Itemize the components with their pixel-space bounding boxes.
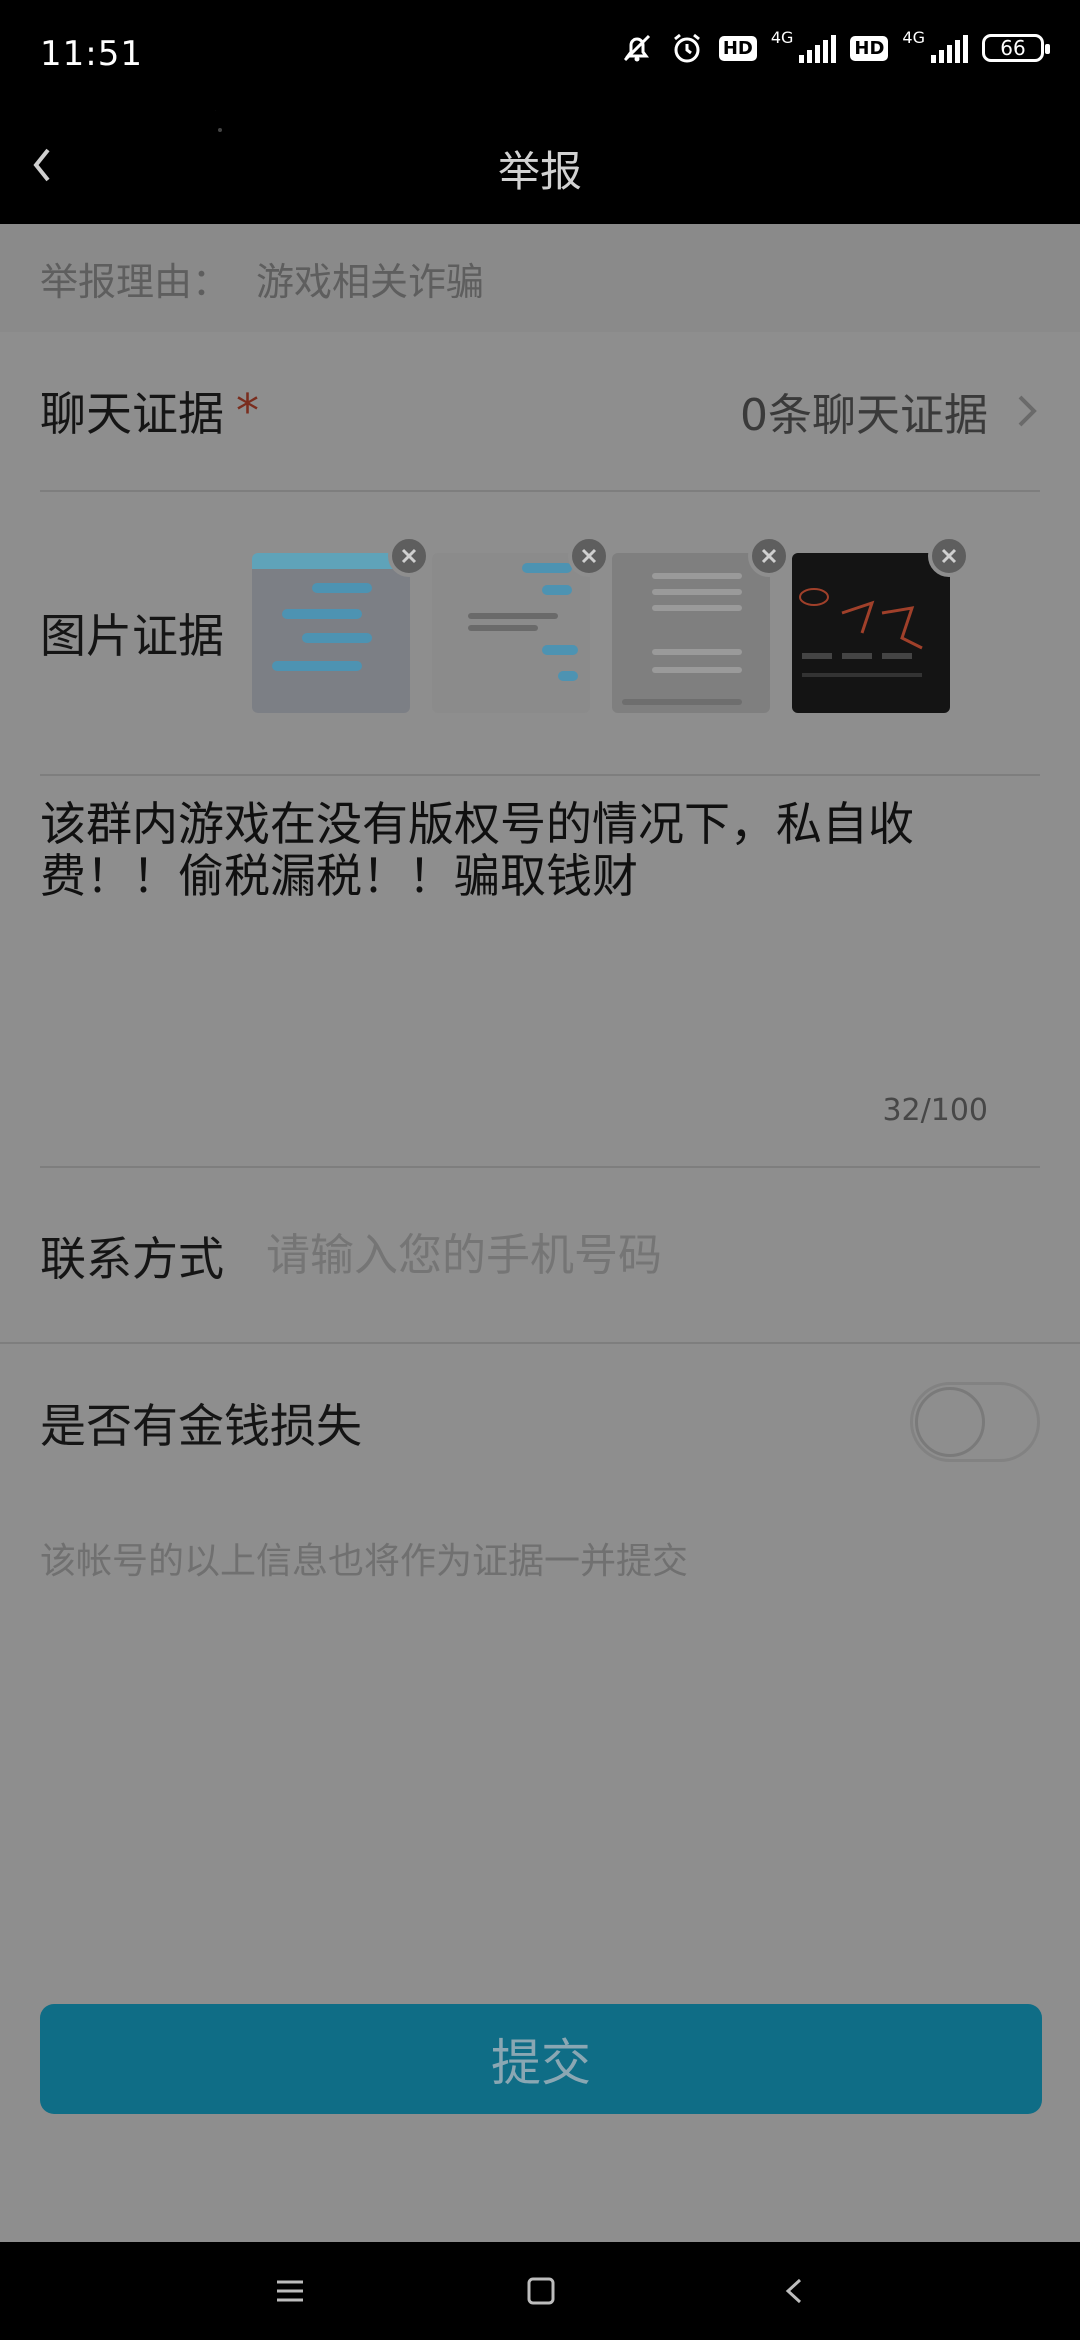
money-loss-row: 是否有金钱损失 (0, 1342, 1080, 1502)
evidence-image-2[interactable] (432, 535, 610, 713)
image-thumbnails (252, 535, 970, 713)
chat-evidence-row[interactable]: 聊天证据 * 0条聊天证据 (40, 332, 1040, 492)
evidence-image-4[interactable] (792, 535, 970, 713)
reason-value: 游戏相关诈骗 (256, 259, 485, 304)
screen: 11:51 HD 4G HD 4G 66 举报 举报理由： 游戏相关诈骗 聊天证… (0, 0, 1080, 2340)
remove-image-button[interactable] (388, 535, 430, 577)
navigation-bar (0, 2242, 1080, 2340)
chat-evidence-label: 聊天证据 (40, 387, 224, 441)
description-text[interactable]: 该群内游戏在没有版权号的情况下，私自收费！！偷税漏税！！骗取钱财 (40, 798, 980, 902)
status-time: 11:51 (40, 34, 143, 74)
mute-bell-icon (619, 30, 655, 66)
image-evidence-label: 图片证据 (40, 609, 224, 663)
nav-back-button[interactable] (770, 2266, 820, 2316)
signal-icon (799, 33, 837, 63)
hint-text: 该帐号的以上信息也将作为证据一并提交 (40, 1541, 689, 1582)
chevron-right-icon (1018, 395, 1037, 427)
image-evidence-row: 图片证据 (40, 492, 1040, 776)
status-icons: HD 4G HD 4G 66 (619, 28, 1050, 66)
close-icon (941, 548, 957, 564)
signal-icon-2 (931, 33, 968, 63)
evidence-image-3[interactable] (612, 535, 790, 713)
title-bar: 举报 (0, 110, 1080, 224)
reason-row: 举报理由： 游戏相关诈骗 (0, 224, 1080, 332)
home-square-icon (527, 2277, 555, 2305)
hint-area: 该帐号的以上信息也将作为证据一并提交 (0, 1502, 1080, 2242)
network-type: 4G (770, 28, 794, 47)
contact-label: 联系方式 (40, 1232, 224, 1286)
page-title: 举报 (497, 147, 582, 196)
menu-icon (277, 2280, 303, 2302)
hd-badge-2: HD (850, 35, 889, 61)
money-loss-label: 是否有金钱损失 (40, 1399, 362, 1453)
network-type-2: 4G (902, 28, 925, 47)
status-bar: 11:51 HD 4G HD 4G 66 (0, 0, 1080, 110)
phone-input[interactable] (264, 1230, 968, 1282)
toggle-knob (915, 1387, 985, 1457)
submit-button[interactable]: 提交 (40, 2004, 1042, 2114)
description-textarea[interactable]: 该群内游戏在没有版权号的情况下，私自收费！！偷税漏税！！骗取钱财 32/100 (40, 776, 1040, 1168)
contact-row: 联系方式 (40, 1168, 1040, 1344)
report-form: 举报理由： 游戏相关诈骗 聊天证据 * 0条聊天证据 图片证据 该群内游戏在没有… (0, 224, 1080, 2242)
close-icon (581, 548, 597, 564)
hd-badge: HD (718, 35, 757, 61)
remove-image-button[interactable] (748, 535, 790, 577)
required-mark: * (236, 384, 259, 438)
remove-image-button[interactable] (928, 535, 970, 577)
evidence-image-1[interactable] (252, 535, 430, 713)
remove-image-button[interactable] (568, 535, 610, 577)
close-icon (761, 548, 777, 564)
back-triangle-icon (785, 2278, 802, 2304)
battery-icon: 66 (982, 34, 1050, 62)
menu-button[interactable] (265, 2266, 315, 2316)
money-loss-toggle[interactable] (910, 1382, 1040, 1462)
chat-evidence-value: 0条聊天证据 (740, 390, 988, 441)
close-icon (401, 548, 417, 564)
alarm-icon (669, 30, 705, 66)
char-counter: 32/100 (882, 1093, 988, 1128)
reason-label: 举报理由： (40, 259, 231, 304)
scribble-annotation (799, 588, 923, 677)
home-button[interactable] (516, 2266, 566, 2316)
